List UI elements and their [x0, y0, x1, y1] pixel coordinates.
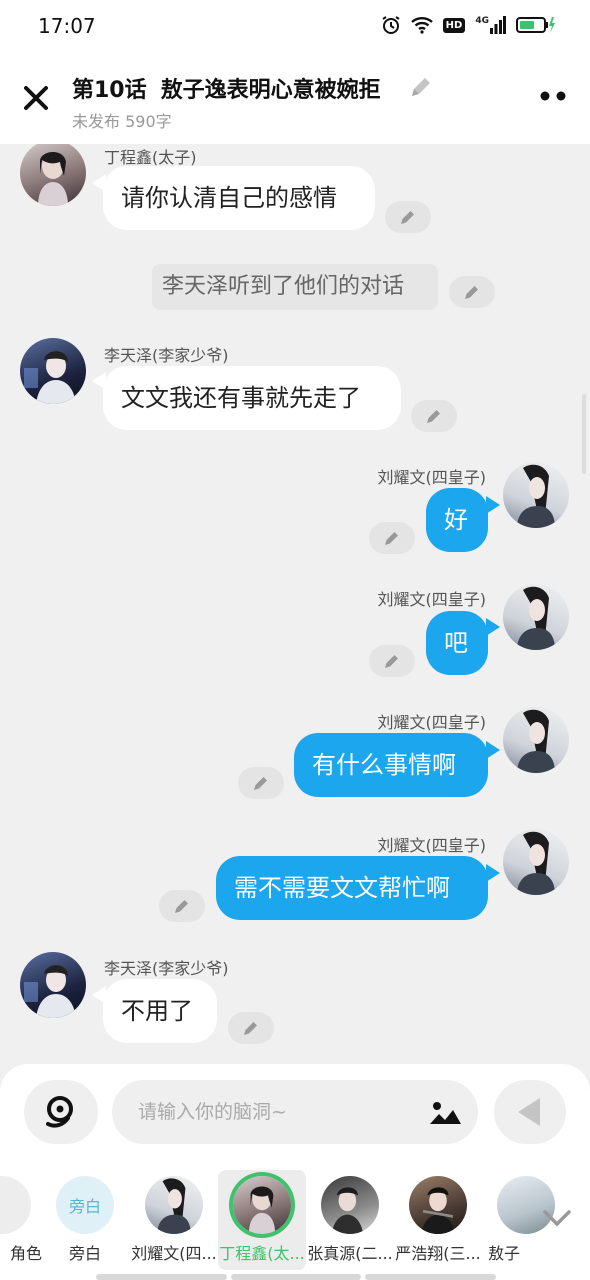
character-label: 敖子 [488, 1244, 521, 1263]
narration-avatar: 旁白 [56, 1176, 114, 1234]
pencil-icon [412, 78, 430, 96]
character-label: 刘耀文(四... [131, 1244, 217, 1263]
pencil-icon [401, 211, 414, 224]
message-bubble[interactable]: 请你认清自己的感情 [103, 166, 375, 230]
character-label: 严浩翔(三... [395, 1244, 481, 1263]
status-bar: 17:07 HD 4G [0, 0, 590, 52]
speaker-name: 刘耀文(四皇子) [377, 836, 487, 855]
character-label: 丁程鑫(太... [219, 1244, 305, 1263]
network-label: 4G [475, 16, 489, 26]
bubble-tail [486, 741, 500, 759]
home-indicator [96, 1274, 497, 1280]
character-avatar [0, 1176, 31, 1234]
signal-icon: 4G [475, 16, 506, 34]
close-button[interactable] [20, 82, 52, 114]
header: 第10话 敖子逸表明心意被婉拒 未发布 590字 [0, 52, 590, 144]
pencil-icon [244, 1022, 257, 1035]
character-item[interactable]: 刘耀文(四... [130, 1170, 218, 1270]
character-avatar [233, 1176, 291, 1234]
character-avatar [409, 1176, 467, 1234]
pencil-icon [254, 777, 267, 790]
more-button[interactable] [538, 88, 568, 104]
avatar[interactable] [503, 707, 569, 773]
more-icon [540, 91, 566, 101]
scrollbar[interactable] [582, 394, 586, 474]
hd-badge: HD [442, 17, 466, 33]
pencil-icon [385, 655, 398, 668]
pencil-icon [427, 410, 440, 423]
bubble-tail [486, 496, 500, 514]
avatar[interactable] [20, 144, 86, 206]
avatar[interactable] [20, 338, 86, 404]
speaker-name: 刘耀文(四皇子) [377, 713, 487, 732]
pencil-icon [175, 900, 188, 913]
message-bubble[interactable]: 好 [426, 488, 488, 552]
character-avatar [145, 1176, 203, 1234]
edit-message-button[interactable] [449, 276, 495, 308]
bubble-tail [486, 864, 500, 882]
pencil-icon [385, 532, 398, 545]
pencil-icon [465, 286, 478, 299]
character-item[interactable]: 严浩翔(三... [394, 1170, 482, 1270]
message-bubble[interactable]: 有什么事情啊 [294, 733, 488, 797]
status-icons: HD 4G [381, 14, 556, 36]
avatar[interactable] [503, 829, 569, 895]
chat-area[interactable]: 丁程鑫(太子) 请你认清自己的感情 李天泽听到了他们的对话 李天泽(李家少爷) … [0, 144, 590, 1064]
character-label: 张真源(二... [307, 1244, 393, 1263]
word-count: 未发布 590字 [72, 112, 172, 131]
close-icon [24, 86, 48, 110]
bubble-tail [486, 618, 500, 636]
edit-message-button[interactable] [411, 400, 457, 432]
character-label: 角色 [9, 1244, 42, 1263]
avatar[interactable] [503, 584, 569, 650]
character-item[interactable]: 角色 [0, 1170, 46, 1270]
speaker-name: 李天泽(李家少爷) [104, 346, 229, 365]
edit-message-button[interactable] [159, 890, 205, 922]
chevron-down-icon [543, 1210, 571, 1227]
message-bubble[interactable]: 文文我还有事就先走了 [103, 366, 401, 430]
edit-message-button[interactable] [385, 201, 431, 233]
character-bar: 角色 旁白 旁白 刘耀文(四... 丁程鑫(太... 张真源(二... 严浩翔(… [0, 1096, 590, 1280]
edit-message-button[interactable] [238, 767, 284, 799]
wifi-icon [410, 16, 433, 34]
character-avatar [321, 1176, 379, 1234]
page-title: 第10话 敖子逸表明心意被婉拒 [72, 72, 381, 104]
alarm-icon [381, 15, 401, 35]
avatar[interactable] [503, 462, 569, 528]
speaker-name: 刘耀文(四皇子) [377, 590, 487, 609]
edit-message-button[interactable] [228, 1012, 274, 1044]
narration-bubble[interactable]: 李天泽听到了他们的对话 [152, 264, 438, 310]
speaker-name: 刘耀文(四皇子) [377, 468, 487, 487]
battery-icon [516, 16, 556, 34]
character-item-selected[interactable]: 丁程鑫(太... [218, 1170, 306, 1270]
message-bubble[interactable]: 需不需要文文帮忙啊 [216, 856, 488, 920]
character-label: 旁白 [68, 1244, 101, 1263]
message-bubble[interactable]: 吧 [426, 611, 488, 675]
expand-characters-button[interactable] [540, 1206, 574, 1230]
edit-message-button[interactable] [369, 522, 415, 554]
edit-title-button[interactable] [408, 74, 434, 100]
episode-title: 敖子逸表明心意被婉拒 [160, 78, 381, 103]
episode-label: 第10话 [72, 78, 147, 103]
character-item[interactable]: 旁白 旁白 [41, 1170, 129, 1270]
speaker-name: 李天泽(李家少爷) [104, 959, 229, 978]
message-bubble[interactable]: 不用了 [103, 979, 217, 1043]
speaker-name: 丁程鑫(太子) [104, 148, 197, 167]
status-time: 17:07 [38, 14, 96, 38]
avatar[interactable] [20, 952, 86, 1018]
character-item[interactable]: 张真源(二... [306, 1170, 394, 1270]
edit-message-button[interactable] [369, 645, 415, 677]
